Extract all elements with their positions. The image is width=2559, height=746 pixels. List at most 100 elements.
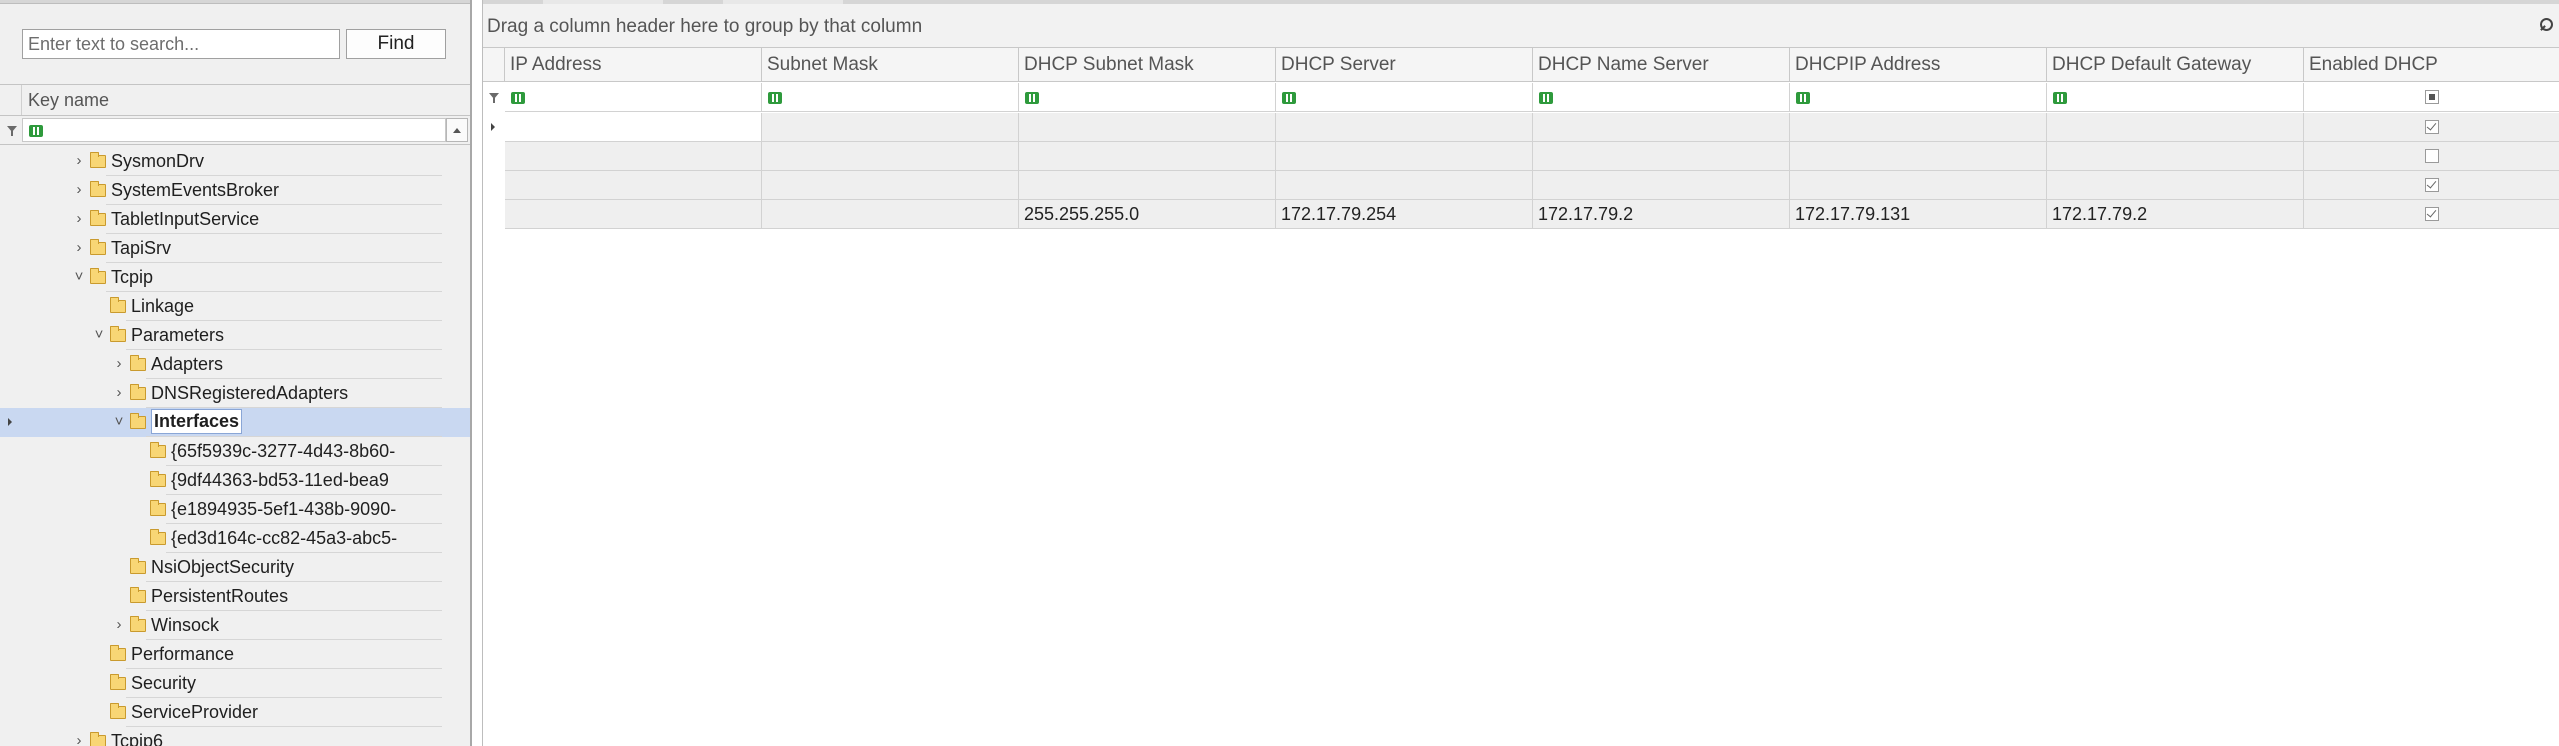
tree-item[interactable]: › Winsock	[0, 611, 470, 640]
filter-cell-ip-address[interactable]	[505, 83, 762, 112]
table-row[interactable]: 255.255.255.0 172.17.79.254 172.17.79.2 172…	[483, 200, 2559, 229]
cell-subnet-mask[interactable]	[762, 200, 1019, 229]
filter-condition-icon[interactable]	[510, 91, 525, 104]
filter-cell-dhcp-name-server[interactable]	[1533, 83, 1790, 112]
tree-item[interactable]: NsiObjectSecurity	[0, 553, 470, 582]
cell-dhcp-name-server[interactable]	[1533, 142, 1790, 171]
filter-cell-enabled-dhcp[interactable]	[2304, 83, 2559, 112]
chevron-right-icon[interactable]: ›	[112, 385, 126, 401]
auto-filter-row[interactable]	[483, 83, 2559, 112]
filter-cell-dhcpip-address[interactable]	[1790, 83, 2047, 112]
filter-condition-icon[interactable]	[1538, 91, 1553, 104]
cell-dhcp-default-gateway[interactable]	[2047, 142, 2304, 171]
tree-item[interactable]: PersistentRoutes	[0, 582, 470, 611]
tree-item[interactable]: › SystemEventsBroker	[0, 176, 470, 205]
cell-dhcpip-address[interactable]	[1790, 171, 2047, 200]
filter-condition-icon[interactable]	[1795, 91, 1810, 104]
search-icon[interactable]	[2538, 18, 2554, 34]
enabled-dhcp-checkbox[interactable]	[2424, 149, 2439, 163]
tree-filter-row[interactable]	[0, 116, 470, 144]
filter-condition-icon[interactable]	[767, 91, 782, 104]
column-header-enabled-dhcp[interactable]: Enabled DHCP	[2304, 48, 2559, 82]
cell-dhcp-default-gateway[interactable]	[2047, 113, 2304, 142]
tree-item[interactable]: Linkage	[0, 292, 470, 321]
filter-condition-icon[interactable]	[1281, 91, 1296, 104]
column-header-dhcp-subnet-mask[interactable]: DHCP Subnet Mask	[1019, 48, 1276, 82]
filter-cell-dhcp-default-gateway[interactable]	[2047, 83, 2304, 112]
search-input[interactable]	[22, 29, 340, 59]
cell-ip-address[interactable]	[505, 113, 762, 142]
column-header-ip-address[interactable]: IP Address	[505, 48, 762, 82]
cell-dhcp-subnet-mask[interactable]	[1019, 142, 1276, 171]
tree-item[interactable]: › DNSRegisteredAdapters	[0, 379, 470, 408]
tree-item[interactable]: {ed3d164c-cc82-45a3-abc5-	[0, 524, 470, 553]
group-by-panel[interactable]: Drag a column header here to group by th…	[483, 4, 2559, 48]
cell-enabled-dhcp[interactable]	[2304, 171, 2559, 200]
chevron-right-icon[interactable]: ›	[112, 617, 126, 633]
cell-dhcp-server[interactable]	[1276, 171, 1533, 200]
tree-item[interactable]: › Tcpip6	[0, 727, 470, 746]
table-row[interactable]	[483, 171, 2559, 200]
enabled-dhcp-checkbox[interactable]	[2424, 120, 2439, 134]
chevron-right-icon[interactable]: ›	[72, 240, 86, 256]
cell-dhcp-name-server[interactable]	[1533, 113, 1790, 142]
cell-dhcpip-address[interactable]: 172.17.79.131	[1790, 200, 2047, 229]
cell-ip-address[interactable]	[505, 171, 762, 200]
cell-enabled-dhcp[interactable]	[2304, 142, 2559, 171]
tree-item[interactable]: {e1894935-5ef1-438b-9090-	[0, 495, 470, 524]
cell-dhcp-name-server[interactable]	[1533, 171, 1790, 200]
tree-item[interactable]: › TapiSrv	[0, 234, 470, 263]
cell-dhcpip-address[interactable]	[1790, 113, 2047, 142]
filter-cell-dhcp-server[interactable]	[1276, 83, 1533, 112]
cell-dhcp-subnet-mask[interactable]	[1019, 171, 1276, 200]
tree-column-header[interactable]: Key name	[0, 85, 470, 115]
filter-condition-icon[interactable]	[2052, 91, 2067, 104]
cell-subnet-mask[interactable]	[762, 113, 1019, 142]
cell-ip-address[interactable]	[505, 200, 762, 229]
chevron-down-icon[interactable]: ˅	[72, 269, 86, 285]
find-button[interactable]: Find	[346, 29, 446, 59]
chevron-down-icon[interactable]: ˅	[112, 414, 126, 430]
key-name-filter-input[interactable]	[22, 118, 446, 142]
cell-dhcp-subnet-mask[interactable]: 255.255.255.0	[1019, 200, 1276, 229]
cell-dhcp-name-server[interactable]: 172.17.79.2	[1533, 200, 1790, 229]
filter-condition-icon[interactable]	[28, 124, 43, 137]
cell-ip-address[interactable]	[505, 142, 762, 171]
tree-item[interactable]: › TabletInputService	[0, 205, 470, 234]
tree-item[interactable]: {9df44363-bd53-11ed-bea9	[0, 466, 470, 495]
chevron-right-icon[interactable]: ›	[72, 182, 86, 198]
cell-subnet-mask[interactable]	[762, 171, 1019, 200]
chevron-right-icon[interactable]: ›	[72, 153, 86, 169]
enabled-dhcp-checkbox[interactable]	[2424, 178, 2439, 192]
tree-item[interactable]: {65f5939c-3277-4d43-8b60-	[0, 437, 470, 466]
filter-cell-subnet-mask[interactable]	[762, 83, 1019, 112]
tree-item[interactable]: ˅ Tcpip	[0, 263, 470, 292]
column-header-dhcp-name-server[interactable]: DHCP Name Server	[1533, 48, 1790, 82]
chevron-down-icon[interactable]: ˅	[92, 327, 106, 343]
enabled-dhcp-checkbox[interactable]	[2424, 207, 2439, 221]
cell-enabled-dhcp[interactable]	[2304, 200, 2559, 229]
chevron-right-icon[interactable]: ›	[72, 211, 86, 227]
cell-dhcp-server[interactable]	[1276, 142, 1533, 171]
filter-cell-dhcp-subnet-mask[interactable]	[1019, 83, 1276, 112]
filter-condition-icon[interactable]	[1024, 91, 1039, 104]
column-header-dhcpip-address[interactable]: DHCPIP Address	[1790, 48, 2047, 82]
cell-dhcp-subnet-mask[interactable]	[1019, 113, 1276, 142]
cell-dhcp-default-gateway[interactable]: 172.17.79.2	[2047, 200, 2304, 229]
tree-item[interactable]: › SysmonDrv	[0, 147, 470, 176]
cell-enabled-dhcp[interactable]	[2304, 113, 2559, 142]
cell-subnet-mask[interactable]	[762, 142, 1019, 171]
column-header-subnet-mask[interactable]: Subnet Mask	[762, 48, 1019, 82]
tree-item[interactable]: Security	[0, 669, 470, 698]
tree-item[interactable]: ˅ Parameters	[0, 321, 470, 350]
tree-item[interactable]: ServiceProvider	[0, 698, 470, 727]
cell-dhcpip-address[interactable]	[1790, 142, 2047, 171]
chevron-right-icon[interactable]: ›	[72, 733, 86, 746]
cell-dhcp-server[interactable]	[1276, 113, 1533, 142]
tree-item[interactable]: Performance	[0, 640, 470, 669]
table-row[interactable]	[483, 113, 2559, 142]
tree-item[interactable]: ˅ Interfaces	[0, 408, 470, 437]
values-grid[interactable]: IP Address Subnet Mask DHCP Subnet Mask DHC…	[483, 48, 2559, 746]
cell-dhcp-server[interactable]: 172.17.79.254	[1276, 200, 1533, 229]
tree-item[interactable]: › Adapters	[0, 350, 470, 379]
